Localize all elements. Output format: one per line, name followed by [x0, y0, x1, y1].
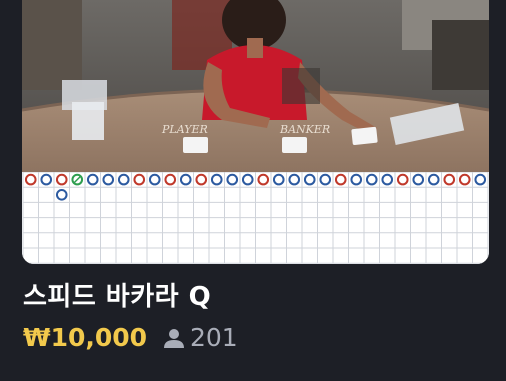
bead-player: [148, 173, 161, 186]
bead-player: [303, 173, 316, 186]
bead-player: [474, 173, 487, 186]
game-card[interactable]: PLAYER BANKER: [22, 0, 489, 264]
bead-banker: [334, 173, 347, 186]
bead-banker: [257, 173, 270, 186]
bead-player: [365, 173, 378, 186]
live-dealer-preview[interactable]: PLAYER BANKER: [22, 0, 489, 172]
banker-table-label: BANKER: [279, 123, 330, 136]
bead-banker: [133, 173, 146, 186]
bead-player: [350, 173, 363, 186]
bead-player: [288, 173, 301, 186]
bead-banker: [164, 173, 177, 186]
bead-road-grid: [22, 172, 489, 264]
game-title[interactable]: 스피드 바카라 Q: [23, 276, 211, 313]
bead-banker: [195, 173, 208, 186]
bead-player: [210, 173, 223, 186]
bead-player: [272, 173, 285, 186]
dealer-scene-image: PLAYER BANKER: [22, 0, 489, 172]
player-count: 201: [162, 323, 238, 352]
player-count-value: 201: [190, 323, 238, 352]
tie-slash: [73, 176, 81, 184]
bead-player: [102, 173, 115, 186]
bead-player: [86, 173, 99, 186]
bead-road: [22, 172, 489, 264]
bead-player: [117, 173, 130, 186]
bead-player: [381, 173, 394, 186]
bead-player: [319, 173, 332, 186]
bead-banker: [396, 173, 409, 186]
bead-banker: [443, 173, 456, 186]
player-table-label: PLAYER: [161, 123, 208, 136]
bead-player: [55, 189, 68, 201]
bead-player: [241, 173, 254, 186]
min-bet-amount: ₩10,000: [23, 323, 148, 352]
user-icon: [162, 326, 186, 350]
bead-banker: [24, 173, 37, 186]
bead-player: [40, 173, 53, 186]
bead-banker: [55, 173, 68, 186]
bead-player: [412, 173, 425, 186]
bead-player: [427, 173, 440, 186]
bead-player: [226, 173, 239, 186]
bead-player: [179, 173, 192, 186]
bead-banker: [458, 173, 471, 186]
